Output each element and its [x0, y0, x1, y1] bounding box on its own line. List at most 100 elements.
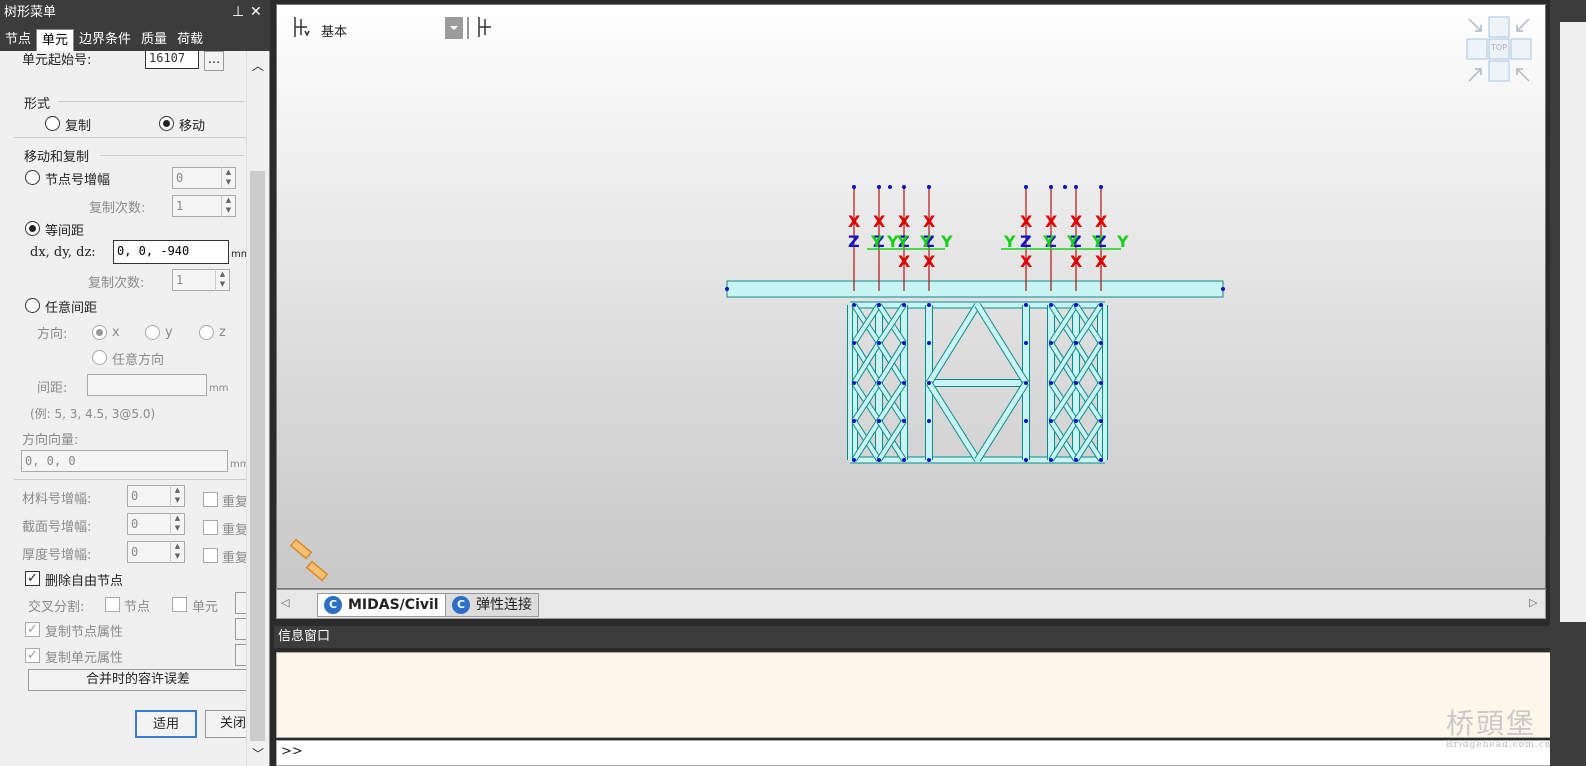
- thk-incr-label: 厚度号增幅:: [22, 548, 92, 563]
- node-dot: [1049, 419, 1053, 423]
- support-y-label: Y: [1066, 232, 1079, 251]
- translate-elements-form: 单元起始号: 16107 ... 形式 复制 移动 移动和复制 节点号增幅 0 …: [0, 51, 246, 766]
- node-dot: [852, 341, 856, 345]
- watermark-url: Bridgehead.com.cn: [1446, 740, 1552, 750]
- apply-button[interactable]: 适用: [135, 710, 197, 738]
- node-dot: [902, 381, 906, 385]
- support-x-label: X: [898, 252, 911, 271]
- close-icon[interactable]: ✕: [250, 0, 262, 25]
- view-cube-left-face[interactable]: [1466, 38, 1488, 60]
- node-dot: [902, 458, 906, 462]
- model-canvas[interactable]: X X X X X X X XX X X X XZ Z Z Z Z Z Z ZY YY Y Y Y Y Y Y Y: [277, 5, 1547, 590]
- node-dot: [877, 303, 881, 307]
- support-y-label: Y: [896, 232, 909, 251]
- dir-any-radio[interactable]: [92, 350, 107, 365]
- node-dot: [1024, 303, 1028, 307]
- right-panel-content: [1560, 22, 1586, 622]
- tab-midas-civil[interactable]: C MIDAS/Civil: [317, 593, 446, 617]
- close-button[interactable]: 关闭: [205, 710, 246, 738]
- support-z-label: Z: [848, 232, 860, 251]
- command-input[interactable]: >>: [276, 740, 1568, 766]
- node-dot: [852, 458, 856, 462]
- view-cube-right-face[interactable]: [1510, 38, 1532, 60]
- node-dot: [902, 303, 906, 307]
- delete-free-nodes-checkbox[interactable]: ✓: [25, 571, 40, 586]
- node-incr-radio[interactable]: [25, 170, 40, 185]
- start-no-input[interactable]: 16107: [145, 51, 199, 69]
- model-viewport[interactable]: XXXXXXXXXXXXXZZZZZZZZYYYYYYYYYY 基本 TOP: [276, 4, 1546, 589]
- copy-times-spinner[interactable]: ▲ ▼: [221, 195, 235, 217]
- node-dot: [1099, 381, 1103, 385]
- node-dot: [1074, 341, 1078, 345]
- watermark: 桥頭堡 Bridgehead.com.cn: [1446, 702, 1551, 750]
- mat-repeat-checkbox[interactable]: [203, 492, 218, 507]
- support-y-label: Y: [919, 232, 932, 251]
- merge-tolerance-button[interactable]: 合并时的容许误差: [28, 669, 246, 691]
- view-cube-arrow-icon[interactable]: [1516, 18, 1530, 32]
- spacing-input[interactable]: [87, 374, 207, 396]
- dir-x-radio[interactable]: [92, 325, 107, 340]
- truss-structure[interactable]: X X X X X X X XX X X X XZ Z Z Z Z Z Z ZY YY Y Y Y Y Y Y Y: [725, 185, 1225, 464]
- copy-node-attr-checkbox[interactable]: ✓: [25, 622, 40, 637]
- scroll-up-icon[interactable]: ︿: [252, 57, 264, 74]
- node-dot: [1049, 185, 1053, 189]
- node-incr-spinner[interactable]: ▲ ▼: [221, 167, 235, 189]
- dir-z-radio[interactable]: [199, 325, 214, 340]
- copy-radio[interactable]: [45, 116, 60, 131]
- tree-menu-title: 树形菜单: [4, 5, 57, 20]
- cross-split-options-button[interactable]: [235, 592, 246, 614]
- form-scrollbar[interactable]: ︿ ﹀: [246, 51, 268, 766]
- tab-node[interactable]: 节点: [0, 29, 36, 51]
- view-cube-bottom-face[interactable]: [1488, 60, 1510, 82]
- node-dot: [1049, 303, 1053, 307]
- pin-icon[interactable]: ⊥: [232, 0, 244, 25]
- thk-incr-spinner[interactable]: ▲ ▼: [170, 541, 184, 563]
- copy-times2-spinner[interactable]: ▲ ▼: [215, 269, 229, 291]
- node-dot: [852, 185, 856, 189]
- support-x-label: X: [873, 212, 886, 231]
- cross-elem-checkbox[interactable]: [172, 597, 187, 612]
- thk-repeat-checkbox[interactable]: [203, 548, 218, 563]
- view-cube-arrow-icon[interactable]: [1468, 18, 1482, 32]
- start-no-browse-button[interactable]: ...: [204, 51, 224, 71]
- dir-z-label: z: [219, 325, 226, 340]
- tab-element[interactable]: 单元: [36, 29, 75, 51]
- tab-elastic-link[interactable]: C 弹性连接: [445, 593, 539, 617]
- node-dot: [902, 185, 906, 189]
- top-beam: [726, 280, 1224, 298]
- view-cube-top-face[interactable]: [1488, 16, 1510, 38]
- view-cube-arrow-icon[interactable]: [1468, 68, 1482, 82]
- copy-elem-attr-button[interactable]: [235, 644, 246, 666]
- move-radio[interactable]: [159, 116, 174, 131]
- node-dot: [1099, 303, 1103, 307]
- tab-scroll-left-icon[interactable]: ◁: [281, 596, 289, 609]
- scroll-down-icon[interactable]: ﹀: [252, 745, 264, 762]
- tab-load[interactable]: 荷载: [172, 29, 208, 51]
- tab-scroll-right-icon[interactable]: ▷: [1529, 596, 1537, 609]
- dir-y-radio[interactable]: [145, 325, 160, 340]
- view-settings-icon[interactable]: [294, 17, 310, 37]
- mat-incr-label: 材料号增幅:: [22, 492, 92, 507]
- support-y-label: Y: [870, 232, 883, 251]
- dxdydz-input[interactable]: 0, 0, -940: [113, 240, 229, 264]
- cross-node-checkbox[interactable]: [105, 597, 120, 612]
- node-dot: [877, 185, 881, 189]
- support-x-label: X: [1020, 212, 1033, 231]
- support-x-label: X: [923, 212, 936, 231]
- view-filter-icon[interactable]: [478, 17, 491, 37]
- dir-vector-input[interactable]: 0, 0, 0: [21, 450, 228, 472]
- sec-incr-spinner[interactable]: ▲ ▼: [170, 513, 184, 535]
- copy-node-attr-button[interactable]: [235, 618, 246, 640]
- equal-spacing-radio[interactable]: [25, 221, 40, 236]
- spacing-label: 间距:: [37, 381, 68, 396]
- mat-incr-spinner[interactable]: ▲ ▼: [170, 485, 184, 507]
- tab-mass[interactable]: 质量: [136, 29, 172, 51]
- scroll-thumb[interactable]: [250, 171, 265, 741]
- view-cube-arrow-icon[interactable]: [1516, 68, 1530, 82]
- support-y-label: Y: [1003, 232, 1016, 251]
- form-section-label: 形式: [24, 97, 51, 112]
- sec-repeat-checkbox[interactable]: [203, 520, 218, 535]
- arbitrary-spacing-radio[interactable]: [25, 298, 40, 313]
- tab-boundary[interactable]: 边界条件: [74, 29, 136, 51]
- copy-elem-attr-checkbox[interactable]: ✓: [25, 648, 40, 663]
